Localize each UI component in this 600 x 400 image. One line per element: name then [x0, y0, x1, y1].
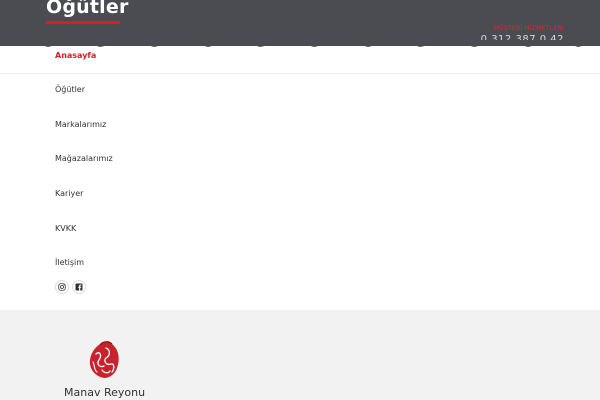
nav-item-iletisim[interactable]: İletişim: [55, 258, 84, 267]
nav-item-markalarimiz[interactable]: Markalarımız: [55, 120, 106, 129]
logo-underline: [46, 21, 120, 24]
lettuce-icon[interactable]: [86, 340, 122, 380]
torn-paper-edge: [0, 40, 600, 47]
instagram-icon: [58, 283, 66, 291]
facebook-icon: [75, 283, 83, 291]
nav-item-anasayfa[interactable]: Anasayfa: [55, 51, 96, 60]
nav-divider: [0, 73, 600, 74]
nav-item-kvkk[interactable]: KVKK: [55, 224, 76, 233]
site-logo[interactable]: Öğütler: [46, 0, 129, 18]
contact-label: MÜŞTERİ HİZMETLERİ: [493, 25, 564, 32]
nav-item-ogutler[interactable]: Öğütler: [55, 85, 85, 94]
facebook-button[interactable]: [72, 280, 86, 294]
nav-item-magazalarimiz[interactable]: Mağazalarımız: [55, 154, 113, 163]
instagram-button[interactable]: [55, 280, 69, 294]
nav-item-kariyer[interactable]: Kariyer: [55, 189, 83, 198]
category-label[interactable]: Manav Reyonu: [64, 386, 145, 399]
